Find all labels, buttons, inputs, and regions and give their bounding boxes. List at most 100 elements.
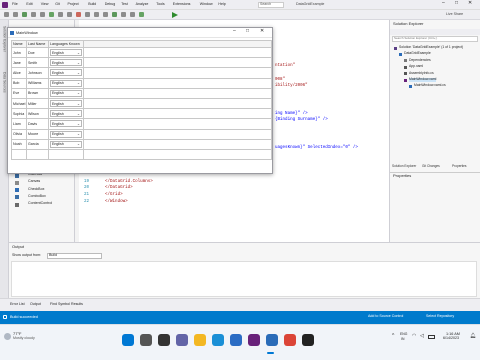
tree-item[interactable]: App.xaml [409, 64, 423, 69]
live-share-button[interactable]: Live Share [446, 12, 463, 17]
empty-cell[interactable] [48, 148, 84, 161]
toolbox-item-canvas[interactable]: Canvas [28, 179, 40, 184]
datagrid-new-row[interactable] [11, 148, 272, 161]
toolbox-item-combobox[interactable]: ComboBox [28, 194, 46, 199]
languages-combobox[interactable]: English ⌄ [50, 79, 82, 87]
languages-combobox[interactable]: English ⌄ [50, 69, 82, 77]
cell-languages[interactable]: English ⌄ [48, 108, 84, 120]
visual-studio-icon[interactable] [248, 334, 260, 346]
cell-languages[interactable]: English ⌄ [48, 67, 84, 79]
cell-name[interactable]: Olivia [11, 128, 27, 140]
clock-date[interactable]: 6/14/2023 [443, 336, 459, 341]
start-debug-icon[interactable] [172, 12, 178, 18]
cell-last-name[interactable]: Smith [26, 57, 49, 69]
menu-item-project[interactable]: Project [68, 2, 79, 7]
cell-languages[interactable]: English ⌄ [48, 128, 84, 140]
close-button[interactable]: ✕ [468, 0, 472, 7]
select-repository-button[interactable]: Select Repository [426, 314, 454, 319]
chevron-down-icon[interactable]: ⌄ [77, 102, 80, 106]
languages-combobox[interactable]: English ⌄ [50, 100, 82, 108]
cell-languages[interactable]: English ⌄ [48, 87, 84, 99]
cell-name[interactable]: Eve [11, 87, 27, 99]
toolbar-icon[interactable] [13, 12, 18, 17]
start-icon[interactable] [122, 334, 134, 346]
cell-last-name[interactable]: Williams [26, 77, 49, 89]
cell-name[interactable]: Liam [11, 118, 27, 130]
toolbar-icon[interactable] [85, 12, 90, 17]
datagrid-row[interactable]: Olivia Moore English ⌄ [11, 128, 272, 140]
languages-combobox[interactable]: English ⌄ [50, 110, 82, 118]
tree-item[interactable]: AssemblyInfo.cs [409, 71, 434, 76]
toolbar-icon[interactable] [22, 12, 27, 17]
toolbar-icon[interactable] [103, 12, 108, 17]
toolbar-icon[interactable] [40, 12, 45, 17]
toolbar-icon[interactable] [76, 12, 81, 17]
datagrid-row[interactable]: Alice Johnson English ⌄ [11, 67, 272, 79]
terminal-icon[interactable] [302, 334, 314, 346]
solution-search-input[interactable]: Search Solution Explorer (Ctrl+;) [392, 36, 478, 42]
wifi-icon[interactable]: ◠ [412, 333, 416, 340]
cell-name[interactable]: Jane [11, 57, 27, 69]
menu-item-git[interactable]: Git [55, 2, 60, 7]
maximize-button[interactable]: □ [455, 0, 458, 7]
chrome-icon[interactable] [284, 334, 296, 346]
cell-name[interactable]: Bob [11, 77, 27, 89]
menu-item-file[interactable]: File [12, 2, 18, 7]
datagrid-row[interactable]: Michael Miller English ⌄ [11, 97, 272, 110]
solution-tab[interactable]: Solution Explorer [392, 164, 416, 169]
mainwindow-close-button[interactable]: ✕ [260, 28, 264, 35]
tray-chevron-icon[interactable]: ^ [392, 333, 394, 340]
cell-last-name[interactable]: Moore [26, 128, 49, 140]
datagrid-row[interactable]: Liam Davis English ⌄ [11, 118, 272, 130]
column-header-name[interactable]: Name [11, 40, 27, 48]
languages-combobox[interactable]: English ⌄ [50, 89, 82, 97]
file-explorer-icon[interactable] [194, 334, 206, 346]
minimize-button[interactable]: – [442, 0, 445, 7]
languages-combobox[interactable]: English ⌄ [50, 130, 82, 138]
cell-languages[interactable]: English ⌄ [48, 77, 84, 89]
toolbar-icon[interactable] [139, 12, 144, 17]
tree-item[interactable]: DataGridExample [404, 52, 431, 56]
chevron-down-icon[interactable]: ⌄ [77, 142, 80, 146]
tree-item[interactable]: MainWindow.xaml.cs [414, 84, 446, 88]
edge-icon[interactable] [212, 334, 224, 346]
tree-item[interactable]: MainWindow.xaml [409, 77, 437, 82]
menu-item-debug[interactable]: Debug [105, 2, 116, 7]
cell-name[interactable]: Alice [11, 67, 27, 79]
mainwindow-minimize-button[interactable]: – [233, 28, 236, 35]
toolbar-icon[interactable] [31, 12, 36, 17]
tree-item[interactable]: Solution 'DataGridExample' (1 of 1 proje… [399, 45, 463, 50]
mainwindow-maximize-button[interactable]: □ [246, 28, 249, 35]
column-header-languages[interactable]: Languages Known [48, 40, 84, 48]
cell-last-name[interactable]: Miller [26, 97, 49, 110]
toolbar-icon[interactable] [130, 12, 135, 17]
people-datagrid[interactable]: Name Last Name Languages Known John Doe En… [11, 40, 272, 161]
toolbox-side-tab[interactable]: Solution Explorer [2, 26, 7, 52]
languages-combobox[interactable]: English ⌄ [50, 49, 82, 57]
cell-languages[interactable]: English ⌄ [48, 118, 84, 130]
chevron-down-icon[interactable]: ⌄ [77, 61, 80, 65]
search-icon[interactable] [140, 334, 152, 346]
data-sources-side-tab[interactable]: Data Sources [2, 72, 7, 93]
bottom-tab[interactable]: Output [30, 302, 41, 307]
cell-last-name[interactable]: Wilson [26, 108, 49, 120]
notification-icon[interactable]: 🔔︎ [470, 333, 476, 340]
cell-last-name[interactable]: Doe [26, 46, 49, 59]
toolbar-icon[interactable] [58, 12, 63, 17]
datagrid-row[interactable]: Sophia Wilson English ⌄ [11, 108, 272, 120]
cell-name[interactable]: Noah [11, 138, 27, 150]
mainwindow-app-icon[interactable] [266, 334, 278, 346]
chevron-down-icon[interactable]: ⌄ [77, 51, 80, 55]
column-header-last-name[interactable]: Last Name [26, 40, 49, 48]
tree-item[interactable]: Dependencies [409, 58, 431, 63]
cell-name[interactable]: John [11, 46, 27, 59]
cell-languages[interactable]: English ⌄ [48, 97, 84, 110]
menu-item-edit[interactable]: Edit [26, 2, 32, 7]
languages-combobox[interactable]: English ⌄ [50, 140, 82, 148]
cell-languages[interactable]: English ⌄ [48, 138, 84, 150]
chevron-down-icon[interactable]: ⌄ [77, 91, 80, 95]
menu-item-view[interactable]: View [41, 2, 49, 7]
lang-label-2[interactable]: IN [401, 337, 404, 342]
chevron-down-icon[interactable]: ⌄ [77, 122, 80, 126]
chevron-down-icon[interactable]: ⌄ [77, 71, 80, 75]
